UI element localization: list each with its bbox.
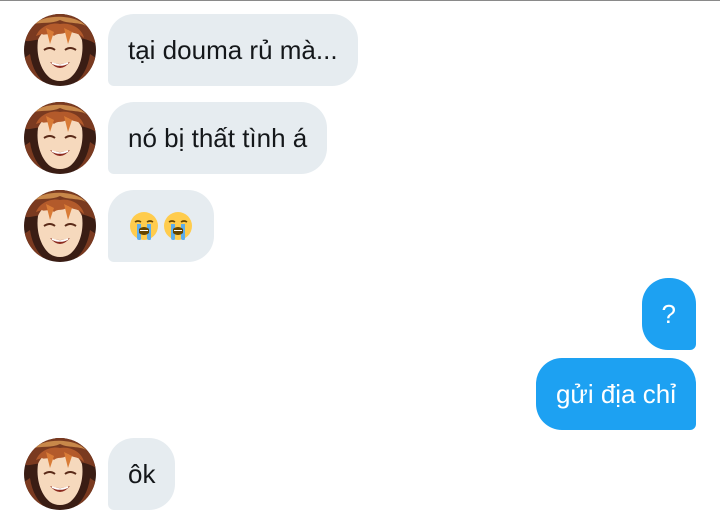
message-text: ? <box>661 298 676 329</box>
avatar[interactable] <box>24 190 96 262</box>
avatar[interactable] <box>24 102 96 174</box>
message-text: gửi địa chỉ <box>555 378 676 409</box>
loudly-crying-face-icon <box>162 210 194 242</box>
avatar[interactable] <box>24 438 96 510</box>
message-row: gửi địa chỉ <box>0 358 720 430</box>
message-text: tại douma rủ mà... <box>128 34 338 65</box>
incoming-message-bubble[interactable]: nó bị thất tình á <box>108 102 328 174</box>
outgoing-message-bubble[interactable]: ? <box>641 278 696 350</box>
incoming-message-bubble[interactable]: tại douma rủ mà... <box>108 14 358 86</box>
conversation-thread: tại douma rủ mà... nó bị thất tình á ? g… <box>0 0 720 515</box>
emoji-group <box>128 210 194 242</box>
avatar[interactable] <box>24 14 96 86</box>
incoming-message-bubble[interactable] <box>108 190 214 262</box>
message-row: tại douma rủ mà... <box>0 14 720 86</box>
message-row: ? <box>0 278 720 350</box>
message-row: nó bị thất tình á <box>0 102 720 174</box>
message-text: nó bị thất tình á <box>128 122 308 153</box>
incoming-message-bubble[interactable]: ôk <box>108 438 176 510</box>
message-row <box>0 190 720 262</box>
loudly-crying-face-icon <box>128 210 160 242</box>
outgoing-message-bubble[interactable]: gửi địa chỉ <box>535 358 696 430</box>
message-row: ôk <box>0 438 720 510</box>
message-text: ôk <box>128 458 156 489</box>
